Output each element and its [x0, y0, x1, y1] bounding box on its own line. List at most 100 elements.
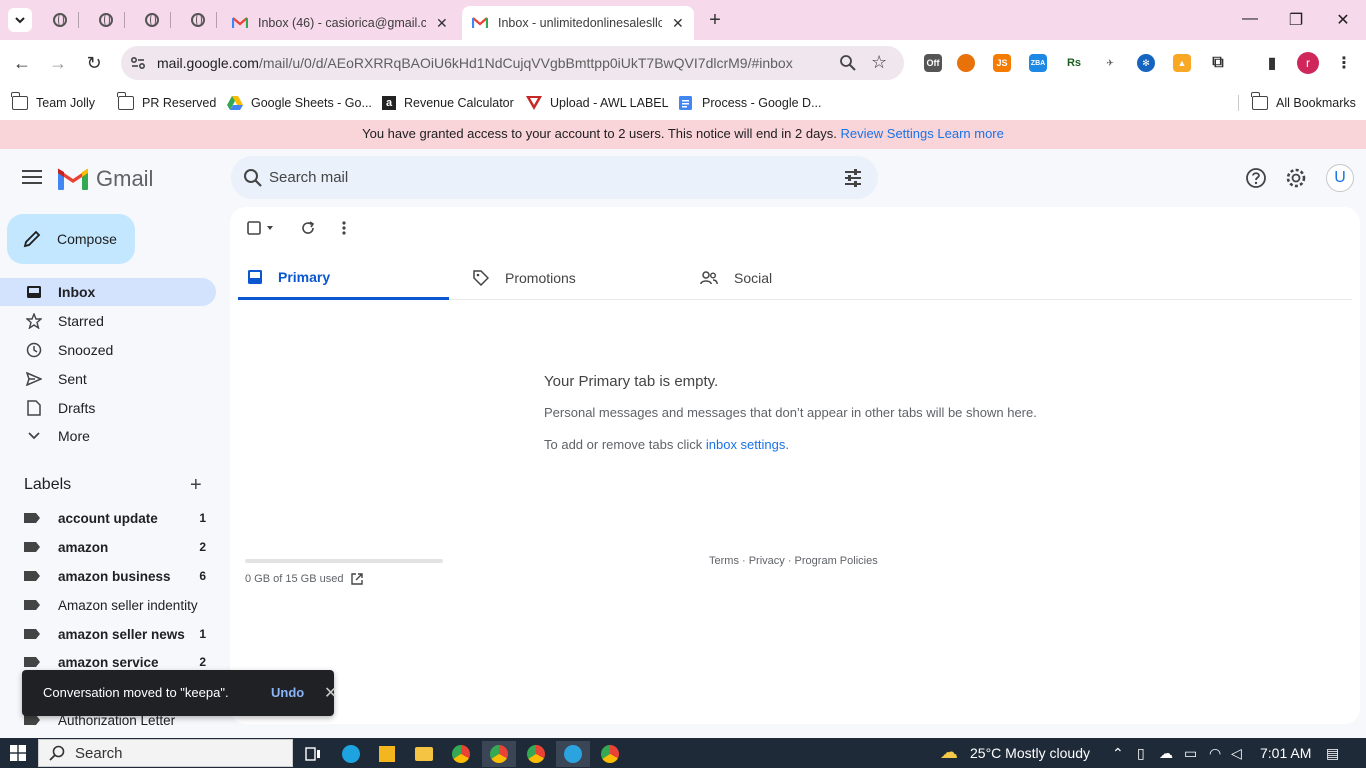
- gmail-icon: [232, 17, 248, 28]
- sidebar-item-more[interactable]: More: [0, 422, 216, 450]
- onedrive-icon[interactable]: ☁: [1159, 745, 1173, 762]
- chrome-menu-icon[interactable]: ⋮: [1335, 54, 1353, 72]
- browser-tab-casiorica[interactable]: Inbox (46) - casiorica@gmail.com ✕: [222, 6, 458, 40]
- bookmark-team-jolly[interactable]: Team Jolly: [11, 92, 95, 113]
- pinned-tab-1[interactable]: [45, 8, 75, 32]
- extension-blue-icon[interactable]: ✻: [1137, 54, 1155, 72]
- sidebar-item-snoozed[interactable]: Snoozed: [0, 336, 216, 364]
- sidebar-item-sent[interactable]: Sent: [0, 365, 216, 393]
- close-icon[interactable]: ✕: [672, 15, 684, 32]
- account-avatar[interactable]: U: [1326, 164, 1354, 192]
- back-icon[interactable]: ←: [10, 51, 34, 75]
- tab-search-button[interactable]: [8, 8, 32, 32]
- undo-button[interactable]: Undo: [271, 685, 304, 700]
- extension-plane-icon[interactable]: ✈: [1101, 54, 1119, 72]
- wifi-icon[interactable]: ◠: [1209, 745, 1221, 762]
- main-menu-icon[interactable]: [22, 170, 42, 186]
- reload-icon[interactable]: ↻: [82, 51, 106, 75]
- label-item[interactable]: amazon seller news 1: [0, 620, 216, 648]
- close-window-icon[interactable]: ✕: [1333, 10, 1353, 30]
- label-item[interactable]: amazon business 6: [0, 562, 216, 590]
- chrome-icon-3[interactable]: [593, 741, 627, 767]
- browser-tab-unlimited[interactable]: Inbox - unlimitedonlinesalesllc@gmail.co…: [462, 6, 694, 40]
- footer-links[interactable]: Terms · Privacy · Program Policies: [709, 555, 878, 567]
- file-explorer-icon[interactable]: [407, 741, 441, 767]
- gmail-logo[interactable]: Gmail: [58, 166, 153, 192]
- minimize-icon[interactable]: —: [1240, 10, 1260, 28]
- help-icon[interactable]: [1245, 167, 1267, 189]
- tray-chevron-icon[interactable]: ⌃: [1112, 745, 1124, 762]
- store-icon[interactable]: [370, 741, 404, 767]
- bookmark-pr-reserved[interactable]: PR Reserved: [117, 92, 216, 113]
- all-bookmarks[interactable]: All Bookmarks: [1251, 92, 1356, 113]
- label-item[interactable]: Amazon seller indentity: [0, 591, 216, 619]
- tray-device-icon[interactable]: ▯: [1137, 745, 1145, 762]
- extensions-puzzle-icon[interactable]: ⧉: [1209, 54, 1227, 72]
- sidebar-item-starred[interactable]: Starred: [0, 307, 216, 335]
- weather-text[interactable]: 25°C Mostly cloudy: [970, 745, 1090, 761]
- site-info-icon[interactable]: [129, 54, 147, 72]
- inbox-icon: [248, 269, 262, 284]
- refresh-icon[interactable]: [300, 220, 316, 236]
- zoom-icon[interactable]: [839, 54, 857, 72]
- inbox-settings-link[interactable]: inbox settings: [706, 437, 786, 452]
- side-panel-icon[interactable]: ▮: [1263, 54, 1281, 72]
- extension-off-icon[interactable]: Off: [924, 54, 942, 72]
- url-text[interactable]: mail.google.com/mail/u/0/d/AEoRXRRqBAOiU…: [157, 55, 793, 71]
- pinned-tab-2[interactable]: [91, 8, 121, 32]
- label-icon: [24, 571, 40, 581]
- select-checkbox-icon[interactable]: [246, 220, 276, 236]
- chrome-icon[interactable]: [444, 741, 478, 767]
- extension-js-icon[interactable]: JS: [993, 54, 1011, 72]
- close-icon[interactable]: ✕: [324, 683, 337, 703]
- clock-time[interactable]: 7:01 AM: [1260, 745, 1311, 761]
- search-options-icon[interactable]: [843, 168, 863, 188]
- sidebar-item-inbox[interactable]: Inbox: [0, 278, 216, 306]
- label-item[interactable]: amazon 2: [0, 533, 216, 561]
- tab-primary[interactable]: Primary: [238, 256, 449, 300]
- label-item[interactable]: account update 1: [0, 504, 216, 532]
- bookmark-star-icon[interactable]: ☆: [871, 52, 887, 73]
- restore-icon[interactable]: ❐: [1286, 10, 1306, 30]
- pinned-tab-3[interactable]: [137, 8, 167, 32]
- chrome-icon-2[interactable]: [519, 741, 553, 767]
- windows-start-icon[interactable]: [10, 745, 26, 761]
- more-options-icon[interactable]: [336, 220, 352, 236]
- new-tab-button[interactable]: +: [704, 9, 726, 32]
- extension-yellow-icon[interactable]: ▲: [1173, 54, 1191, 72]
- close-icon[interactable]: ✕: [436, 15, 448, 32]
- learn-more-link[interactable]: Learn more: [937, 126, 1003, 141]
- address-bar[interactable]: mail.google.com/mail/u/0/d/AEoRXRRqBAOiU…: [121, 46, 904, 80]
- edge-icon[interactable]: [334, 741, 368, 767]
- search-icon[interactable]: [243, 168, 263, 188]
- settings-gear-icon[interactable]: [1285, 167, 1307, 189]
- volume-icon[interactable]: ◁: [1231, 745, 1242, 762]
- extension-rs-icon[interactable]: Rs: [1065, 54, 1083, 72]
- taskbar-search[interactable]: Search: [38, 739, 293, 767]
- task-view-icon[interactable]: [296, 741, 330, 767]
- sidebar-item-drafts[interactable]: Drafts: [0, 394, 216, 422]
- open-external-icon[interactable]: [351, 573, 364, 585]
- chrome-icon-active[interactable]: [482, 741, 516, 767]
- review-settings-link[interactable]: Review Settings: [841, 126, 934, 141]
- compose-button[interactable]: Compose: [7, 214, 135, 264]
- battery-icon[interactable]: ▭: [1184, 745, 1197, 762]
- tab-promotions[interactable]: Promotions: [463, 256, 674, 300]
- tab-social[interactable]: Social: [690, 256, 901, 300]
- extension-zba-icon[interactable]: ZBA: [1029, 54, 1047, 72]
- sidebar-item-label: Drafts: [58, 400, 96, 416]
- bookmark-upload-awl[interactable]: Upload - AWL LABEL: [526, 93, 669, 113]
- telegram-icon[interactable]: [556, 741, 590, 767]
- add-label-icon[interactable]: +: [190, 474, 202, 497]
- bookmark-revenue-calculator[interactable]: a Revenue Calculator: [382, 93, 514, 113]
- search-input[interactable]: [269, 156, 829, 199]
- extension-orange-icon[interactable]: [957, 54, 975, 72]
- bookmark-process-docs[interactable]: Process - Google D...: [678, 93, 822, 113]
- weather-cloud-icon[interactable]: ☁: [940, 742, 958, 763]
- forward-icon[interactable]: →: [46, 51, 70, 75]
- snackbar: Conversation moved to "keepa". Undo ✕: [22, 670, 337, 716]
- bookmark-google-sheets[interactable]: Google Sheets - Go...: [227, 93, 372, 113]
- pinned-tab-4[interactable]: [183, 8, 213, 32]
- chrome-profile-avatar[interactable]: r: [1297, 52, 1319, 74]
- notifications-icon[interactable]: ▤: [1326, 745, 1339, 762]
